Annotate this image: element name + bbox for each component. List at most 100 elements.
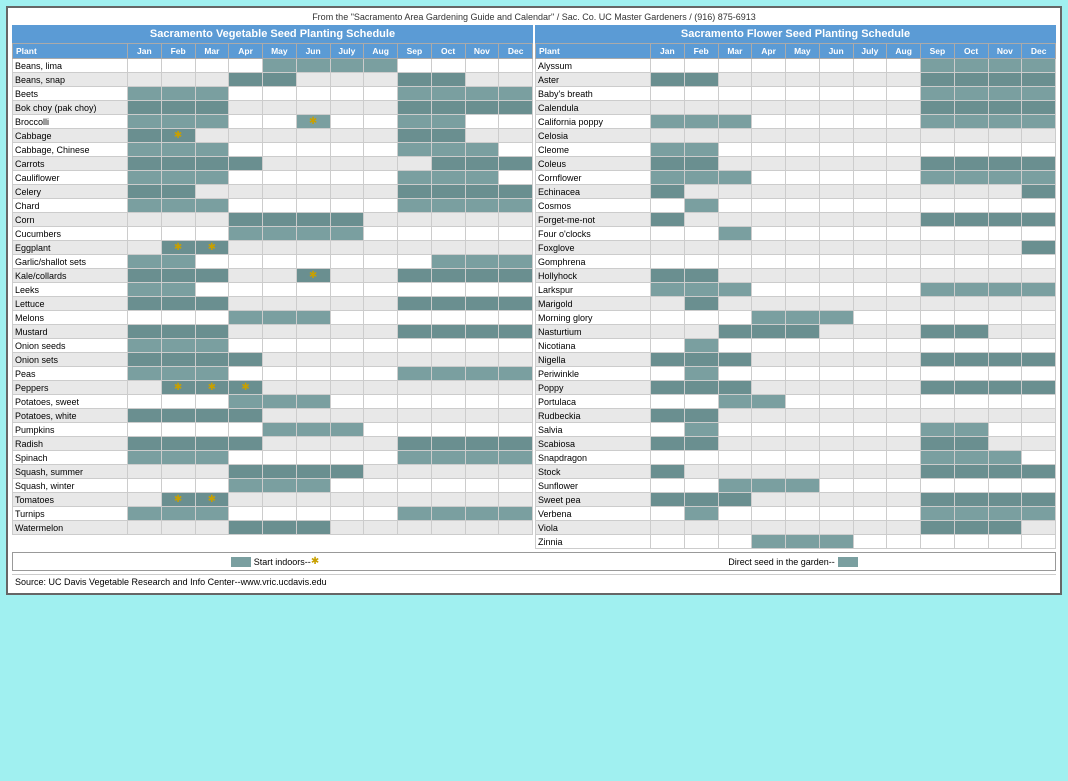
month-cell [684, 311, 718, 325]
month-cell [651, 115, 685, 129]
month-cell [887, 185, 921, 199]
month-cell [988, 367, 1022, 381]
month-cell [431, 115, 465, 129]
month-cell [364, 143, 398, 157]
month-cell [718, 521, 752, 535]
month-cell [499, 437, 533, 451]
month-cell [431, 465, 465, 479]
month-cell [128, 101, 162, 115]
month-cell [887, 311, 921, 325]
plant-name: Cornflower [536, 171, 651, 185]
month-cell [651, 171, 685, 185]
month-cell [1022, 213, 1056, 227]
month-cell [1022, 507, 1056, 521]
month-cell [263, 409, 297, 423]
month-cell [161, 423, 195, 437]
month-cell [128, 87, 162, 101]
month-cell [1022, 115, 1056, 129]
month-cell [431, 395, 465, 409]
veg-apr: Apr [229, 44, 263, 59]
month-cell [296, 367, 330, 381]
month-cell [752, 409, 786, 423]
month-cell [684, 255, 718, 269]
month-cell [921, 269, 955, 283]
month-cell [263, 185, 297, 199]
month-cell [296, 521, 330, 535]
month-cell [684, 129, 718, 143]
month-cell [499, 297, 533, 311]
month-cell [161, 171, 195, 185]
month-cell [988, 507, 1022, 521]
month-cell [195, 213, 229, 227]
month-cell [465, 395, 499, 409]
month-cell [718, 535, 752, 549]
month-cell [195, 339, 229, 353]
month-cell [684, 283, 718, 297]
month-cell [988, 339, 1022, 353]
veg-may: May [263, 44, 297, 59]
month-cell [853, 395, 887, 409]
month-cell [954, 269, 988, 283]
month-cell [465, 143, 499, 157]
plant-name: Peppers [13, 381, 128, 395]
flower-plant-header: Plant [536, 44, 651, 59]
month-cell [499, 171, 533, 185]
month-cell [195, 199, 229, 213]
plant-name: Alyssum [536, 59, 651, 73]
month-cell [718, 465, 752, 479]
month-cell [229, 353, 263, 367]
month-cell [1022, 395, 1056, 409]
month-cell [499, 507, 533, 521]
month-cell [499, 311, 533, 325]
vegetable-section: Sacramento Vegetable Seed Planting Sched… [12, 25, 533, 549]
month-cell [465, 353, 499, 367]
month-cell [954, 143, 988, 157]
plant-name: Pumpkins [13, 423, 128, 437]
month-cell [364, 87, 398, 101]
month-cell [296, 227, 330, 241]
month-cell [263, 451, 297, 465]
month-cell [195, 129, 229, 143]
month-cell [229, 395, 263, 409]
month-cell [954, 255, 988, 269]
month-cell [296, 311, 330, 325]
month-cell [330, 423, 364, 437]
month-cell: ✱ [161, 129, 195, 143]
plant-name: Viola [536, 521, 651, 535]
month-cell [128, 227, 162, 241]
month-cell [887, 59, 921, 73]
month-cell [853, 325, 887, 339]
month-cell [263, 157, 297, 171]
month-cell [921, 115, 955, 129]
month-cell [263, 255, 297, 269]
source-header: From the "Sacramento Area Gardening Guid… [12, 12, 1056, 22]
plant-name: Nicotiana [536, 339, 651, 353]
month-cell [651, 87, 685, 101]
month-cell [786, 521, 820, 535]
month-cell [296, 143, 330, 157]
month-cell [296, 171, 330, 185]
month-cell [398, 213, 432, 227]
month-cell [195, 465, 229, 479]
month-cell [330, 143, 364, 157]
month-cell [195, 143, 229, 157]
month-cell [988, 311, 1022, 325]
month-cell [684, 115, 718, 129]
plant-name: Snapdragon [536, 451, 651, 465]
month-cell [954, 87, 988, 101]
month-cell [263, 143, 297, 157]
month-cell [718, 255, 752, 269]
month-cell [330, 395, 364, 409]
month-cell [1022, 535, 1056, 549]
month-cell [128, 381, 162, 395]
veg-plant-header: Plant [13, 44, 128, 59]
month-cell [819, 521, 853, 535]
month-cell [128, 255, 162, 269]
month-cell [651, 185, 685, 199]
month-cell [921, 381, 955, 395]
month-cell [161, 101, 195, 115]
month-cell [398, 479, 432, 493]
month-cell [651, 143, 685, 157]
month-cell [128, 241, 162, 255]
month-cell [988, 185, 1022, 199]
